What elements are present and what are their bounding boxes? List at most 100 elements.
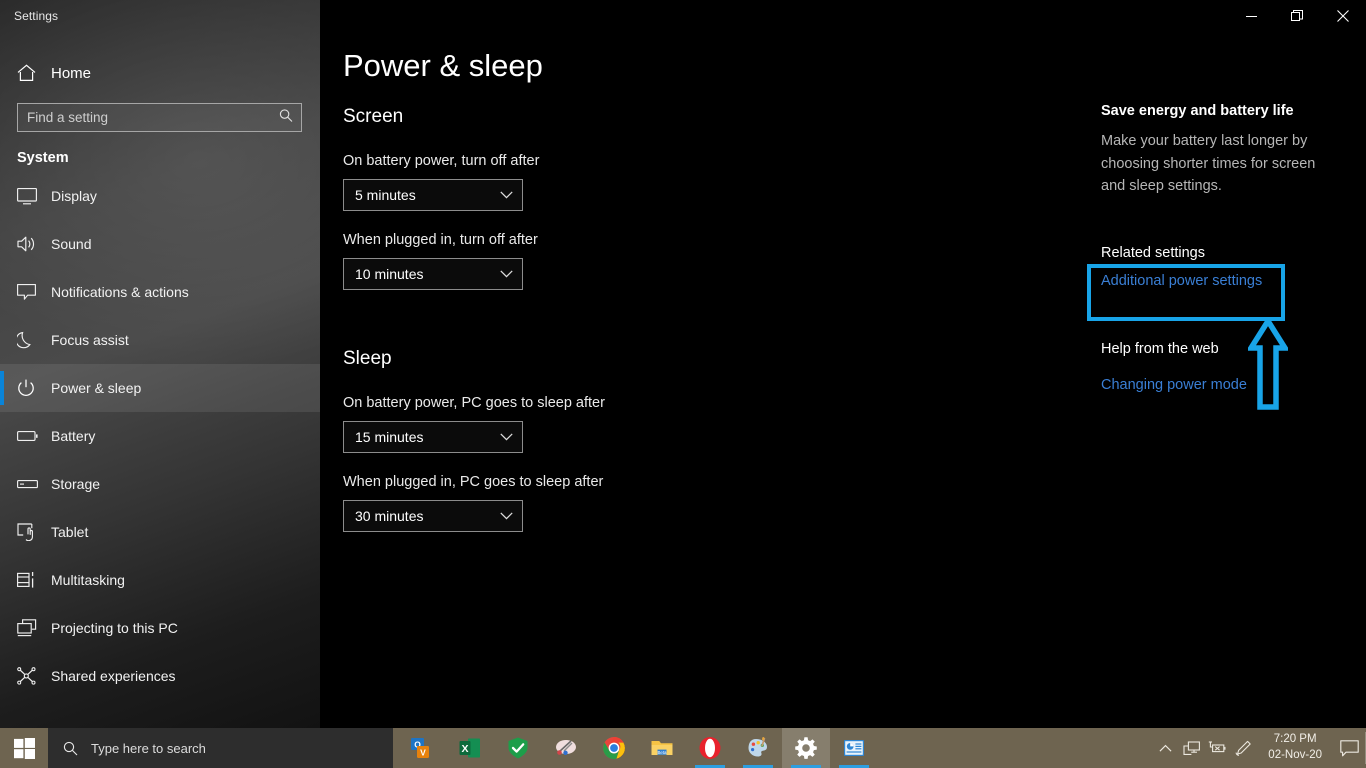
changing-power-mode-link[interactable]: Changing power mode bbox=[1101, 377, 1247, 393]
field-label-sleep-plugged: When plugged in, PC goes to sleep after bbox=[343, 474, 605, 490]
sidebar-item-label: Power & sleep bbox=[51, 380, 141, 396]
chevron-up-icon[interactable] bbox=[1152, 728, 1178, 768]
title-bar: Settings bbox=[0, 0, 1366, 32]
sidebar-item-label: Storage bbox=[51, 476, 100, 492]
start-button[interactable] bbox=[0, 728, 48, 768]
taskbar-app-outlook-visio[interactable]: O V bbox=[398, 728, 446, 768]
taskbar-app-settings[interactable] bbox=[782, 728, 830, 768]
svg-text:Beta: Beta bbox=[657, 750, 667, 755]
sidebar-item-label: Sound bbox=[51, 236, 91, 252]
gear-icon bbox=[794, 736, 818, 760]
chevron-down-icon bbox=[500, 270, 513, 278]
moon-icon bbox=[17, 331, 45, 349]
opera-icon bbox=[698, 736, 722, 760]
sleep-battery-timeout-dropdown[interactable]: 15 minutes bbox=[343, 421, 523, 453]
minimize-button[interactable] bbox=[1228, 0, 1274, 32]
sidebar-section-title: System bbox=[17, 150, 320, 166]
taskbar-app-chrome[interactable] bbox=[590, 728, 638, 768]
taskbar-search-placeholder: Type here to search bbox=[91, 741, 206, 756]
sidebar-item-label: Tablet bbox=[51, 524, 88, 540]
sidebar-item-label: Multitasking bbox=[51, 572, 125, 588]
group-title-sleep: Sleep bbox=[343, 348, 605, 370]
search-box[interactable] bbox=[17, 103, 302, 132]
chevron-down-icon bbox=[500, 191, 513, 199]
right-panel-heading: Save energy and battery life bbox=[1101, 103, 1294, 119]
page-title: Power & sleep bbox=[343, 48, 543, 84]
screen-group: Screen On battery power, turn off after … bbox=[343, 106, 539, 290]
paint-palette-icon bbox=[746, 736, 770, 760]
excel-icon: X bbox=[458, 736, 482, 760]
sidebar-item-notifications[interactable]: Notifications & actions bbox=[0, 268, 320, 316]
taskbar-search-box[interactable]: Type here to search bbox=[48, 728, 393, 768]
taskbar-app-paint-3d[interactable] bbox=[734, 728, 782, 768]
sidebar-item-focus-assist[interactable]: Focus assist bbox=[0, 316, 320, 364]
folder-icon: Beta bbox=[650, 736, 674, 760]
sidebar-item-storage[interactable]: Storage bbox=[0, 460, 320, 508]
search-icon bbox=[63, 741, 78, 756]
right-panel: Save energy and battery life Make your b… bbox=[1101, 0, 1366, 730]
monitor-icon bbox=[17, 188, 45, 205]
sidebar-item-power-sleep[interactable]: Power & sleep bbox=[0, 364, 320, 412]
sidebar-item-display[interactable]: Display bbox=[0, 172, 320, 220]
sidebar-item-label: Display bbox=[51, 188, 97, 204]
notification-icon bbox=[17, 284, 45, 301]
chevron-down-icon bbox=[500, 433, 513, 441]
close-button[interactable] bbox=[1320, 0, 1366, 32]
taskbar-app-security-shield[interactable] bbox=[494, 728, 542, 768]
outlook-visio-icon: O V bbox=[410, 736, 434, 760]
battery-icon bbox=[17, 430, 45, 442]
sleep-group: Sleep On battery power, PC goes to sleep… bbox=[343, 348, 605, 532]
main-content: Power & sleep Screen On battery power, t… bbox=[320, 0, 1090, 730]
help-from-web-heading: Help from the web bbox=[1101, 341, 1219, 357]
network-icon[interactable] bbox=[1178, 728, 1204, 768]
taskbar-app-list: O V X bbox=[398, 728, 878, 768]
power-icon bbox=[17, 379, 45, 397]
pen-icon[interactable] bbox=[1230, 728, 1256, 768]
taskbar-app-excel[interactable]: X bbox=[446, 728, 494, 768]
taskbar-app-file-explorer[interactable]: Beta bbox=[638, 728, 686, 768]
chrome-icon bbox=[602, 736, 626, 760]
window-title: Settings bbox=[14, 9, 58, 23]
sidebar-home-label: Home bbox=[51, 65, 91, 82]
related-settings-heading: Related settings bbox=[1101, 245, 1205, 261]
sleep-plugged-timeout-dropdown[interactable]: 30 minutes bbox=[343, 500, 523, 532]
sidebar-item-label: Notifications & actions bbox=[51, 284, 189, 300]
sidebar-item-multitasking[interactable]: Multitasking bbox=[0, 556, 320, 604]
dropdown-value: 15 minutes bbox=[355, 429, 423, 445]
sidebar-item-tablet[interactable]: Tablet bbox=[0, 508, 320, 556]
taskbar-app-snipping-tool[interactable] bbox=[542, 728, 590, 768]
field-label-sleep-battery: On battery power, PC goes to sleep after bbox=[343, 395, 605, 411]
sidebar: Home System bbox=[0, 0, 320, 730]
system-tray: 7:20 PM 02-Nov-20 bbox=[1152, 728, 1366, 768]
storage-icon bbox=[17, 479, 45, 490]
sidebar-item-projecting[interactable]: Projecting to this PC bbox=[0, 604, 320, 652]
sidebar-item-label: Focus assist bbox=[51, 332, 129, 348]
tray-time: 7:20 PM bbox=[1274, 732, 1317, 748]
screen-plugged-timeout-dropdown[interactable]: 10 minutes bbox=[343, 258, 523, 290]
dropdown-value: 5 minutes bbox=[355, 187, 416, 203]
restore-button[interactable] bbox=[1274, 0, 1320, 32]
dropdown-value: 10 minutes bbox=[355, 266, 423, 282]
action-center-icon[interactable] bbox=[1332, 728, 1366, 768]
dropdown-value: 30 minutes bbox=[355, 508, 423, 524]
screen-battery-timeout-dropdown[interactable]: 5 minutes bbox=[343, 179, 523, 211]
group-title-screen: Screen bbox=[343, 106, 539, 128]
tablet-icon bbox=[17, 523, 45, 541]
battery-x-icon[interactable] bbox=[1204, 728, 1230, 768]
taskbar-app-powerpoint[interactable] bbox=[830, 728, 878, 768]
search-icon bbox=[279, 108, 293, 127]
sidebar-item-sound[interactable]: Sound bbox=[0, 220, 320, 268]
field-label-screen-plugged: When plugged in, turn off after bbox=[343, 232, 539, 248]
chevron-down-icon bbox=[500, 512, 513, 520]
clock[interactable]: 7:20 PM 02-Nov-20 bbox=[1256, 728, 1332, 768]
svg-text:X: X bbox=[461, 743, 468, 755]
taskbar-app-opera[interactable] bbox=[686, 728, 734, 768]
sidebar-item-home[interactable]: Home bbox=[0, 56, 320, 90]
taskbar: Type here to search O V bbox=[0, 728, 1366, 768]
search-input[interactable] bbox=[18, 104, 301, 131]
sidebar-nav-list: Display Sound bbox=[0, 172, 320, 700]
sidebar-item-battery[interactable]: Battery bbox=[0, 412, 320, 460]
svg-text:V: V bbox=[420, 748, 426, 758]
sidebar-item-shared-experiences[interactable]: Shared experiences bbox=[0, 652, 320, 700]
sidebar-item-label: Projecting to this PC bbox=[51, 620, 178, 636]
